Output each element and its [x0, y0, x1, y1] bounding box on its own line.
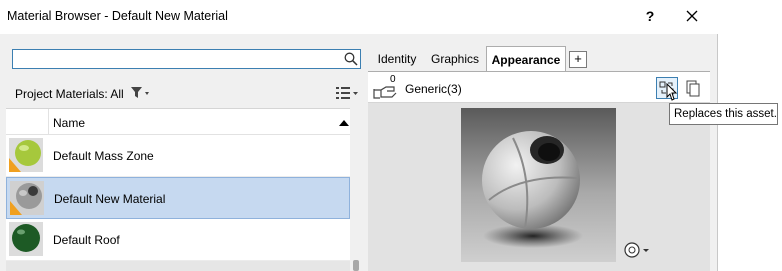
help-button[interactable]: ? — [640, 6, 660, 26]
list-item-default-roof[interactable]: Default Roof — [6, 219, 350, 261]
list-item-default-new-material[interactable]: Default New Material — [6, 177, 350, 219]
project-materials-label: Project Materials: All — [15, 87, 124, 101]
filter-icon[interactable] — [130, 85, 152, 101]
list-item-default-mass-zone[interactable]: Default Mass Zone — [6, 135, 350, 177]
material-thumbnail-icon — [9, 138, 43, 172]
render-options-button[interactable] — [622, 240, 652, 260]
list-item-label: Default Mass Zone — [53, 149, 154, 163]
add-tab-button[interactable]: + — [569, 51, 587, 68]
window-title: Material Browser - Default New Material — [7, 9, 228, 23]
materials-list: Name Default Mass Zone Default New Mater… — [6, 108, 350, 271]
list-item-label: Default Roof — [53, 233, 120, 247]
name-column-header[interactable]: Name — [53, 116, 85, 130]
search-field[interactable] — [12, 49, 361, 69]
title-bar: Material Browser - Default New Material … — [0, 0, 718, 34]
project-materials-panel: Project Materials: All Name Default Mass… — [6, 40, 362, 271]
asset-bar: 0 Generic(3) — [368, 71, 710, 103]
search-input[interactable] — [15, 51, 335, 67]
column-divider — [48, 109, 49, 135]
material-thumbnail-icon — [10, 181, 44, 215]
list-scrollbar[interactable] — [350, 108, 362, 271]
scrollbar-thumb[interactable] — [353, 260, 359, 271]
list-column-header[interactable]: Name — [6, 109, 350, 135]
close-icon — [686, 10, 698, 22]
list-item-label: Default New Material — [54, 192, 166, 206]
asset-name: Generic(3) — [405, 82, 462, 96]
project-materials-bar: Project Materials: All — [6, 80, 362, 108]
material-editor-panel: Identity Graphics Appearance + 0 Generic… — [368, 40, 710, 271]
sort-ascending-icon — [339, 120, 349, 126]
mouse-cursor-icon — [666, 83, 678, 101]
tab-identity[interactable]: Identity — [371, 46, 423, 72]
list-item-partial[interactable] — [6, 261, 350, 271]
appearance-preview-area — [368, 103, 710, 271]
tab-appearance[interactable]: Appearance — [486, 46, 566, 72]
material-preview-image — [461, 108, 616, 262]
asset-user-count: 0 — [390, 74, 396, 85]
view-options-icon[interactable] — [334, 85, 360, 101]
duplicate-asset-icon[interactable] — [683, 78, 703, 98]
tab-graphics[interactable]: Graphics — [426, 46, 484, 72]
tooltip: Replaces this asset. — [669, 103, 778, 125]
render-options-icon — [624, 242, 649, 258]
material-thumbnail-icon — [9, 222, 43, 256]
material-browser-window: Material Browser - Default New Material … — [0, 0, 718, 271]
search-icon[interactable] — [344, 52, 358, 66]
close-button[interactable] — [680, 5, 704, 27]
